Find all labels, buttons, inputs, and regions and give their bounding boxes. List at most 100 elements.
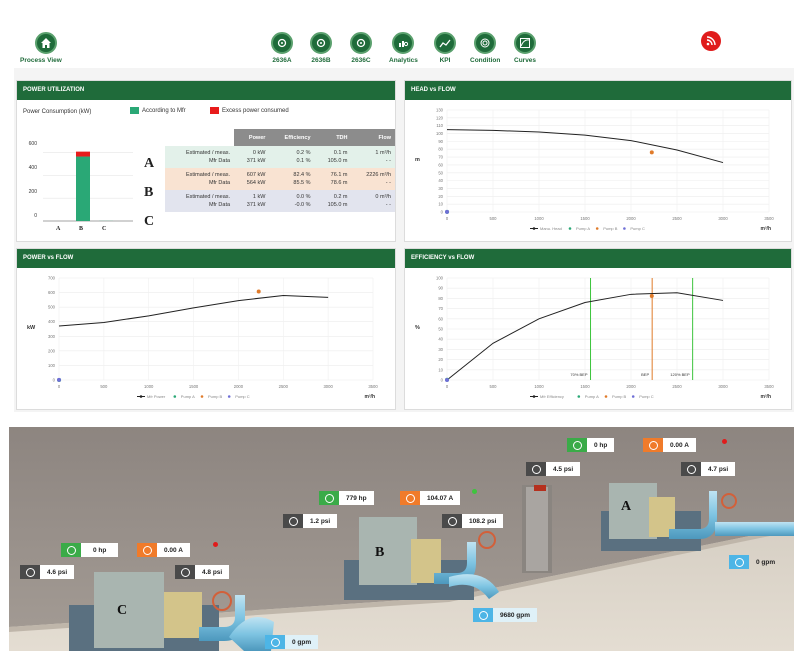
pump-a-current-tag[interactable]: 0.00 A: [643, 438, 696, 452]
y-tick-label: 90: [438, 139, 443, 144]
efficiency-vs-flow-panel: EFFICIENCY vs FLOW 0 10 20 30 40 50 60 70 80 90 10…: [404, 248, 792, 410]
y-tick-label: 500: [48, 305, 56, 310]
pump-a-flow-tag[interactable]: 0 gpm: [729, 555, 782, 569]
current-icon: [400, 491, 420, 505]
legend-marker: [532, 395, 536, 398]
pump-letter-a: A: [144, 156, 155, 171]
table-cell: 0 kW: [234, 146, 270, 157]
power-utilization-table: Power Efficiency TDH Flow Estimated / me…: [165, 129, 395, 212]
pressure-gauge-icon: [442, 514, 462, 528]
pump-c-suction-tag[interactable]: 4.6 psi: [20, 565, 75, 579]
home-icon: [35, 32, 57, 54]
bar-label-b: B: [79, 226, 84, 232]
table-cell: 0.2 %: [269, 146, 315, 157]
y-tick-label: 40: [438, 178, 443, 183]
legend-label: Pump C: [235, 394, 250, 399]
pump-b-flow-tag[interactable]: 9680 gpm: [473, 608, 537, 622]
pump-c-power-value: 0 hp: [81, 543, 119, 557]
table-cell: 0.1 %: [269, 157, 315, 168]
pump-b-power-tag[interactable]: 779 hp: [319, 491, 374, 505]
legend-label: Pump A: [576, 226, 590, 231]
power-vs-flow-panel: POWER vs FLOW 0 100 200 300 400 500 600 700 0 500…: [16, 248, 396, 410]
pump-a-power-tag[interactable]: 0 hp: [567, 438, 615, 452]
pump-c-current-tag[interactable]: 0.00 A: [137, 543, 190, 557]
alarm-signal-icon[interactable]: [701, 31, 721, 51]
table-row: Estimated / meas. 607 kW 82.4 % 76.1 m 2…: [165, 168, 395, 179]
y-tick-label: 80: [438, 147, 443, 152]
y-tick-label: 70: [438, 306, 443, 311]
table-row: Mfr Data 564 kW 85.5 % 78.6 m - -: [165, 179, 395, 190]
pump-c-current-value: 0.00 A: [157, 543, 190, 557]
legend-marker: [200, 395, 204, 398]
y-tick-label: 100: [436, 276, 444, 281]
pump-c-suction-value: 4.6 psi: [40, 565, 75, 579]
data-point-pump-b: [649, 293, 654, 298]
data-point-pump-c: [57, 377, 61, 382]
x-tick-label: 0: [58, 384, 61, 389]
pump-b-current-tag[interactable]: 104.07 A: [400, 491, 461, 505]
nav-analytics[interactable]: Analytics: [389, 32, 418, 64]
bep-label: BEP: [641, 372, 649, 377]
x-axis-label: m³/h: [760, 394, 771, 400]
y-tick-label: 600: [28, 141, 37, 147]
pressure-gauge-icon: [681, 462, 701, 476]
legend-marker: [568, 227, 572, 230]
power-icon: [319, 491, 339, 505]
y-tick-label: 80: [438, 296, 443, 301]
bar-mfr-b: [76, 156, 90, 221]
table-cell: 85.5 %: [269, 179, 315, 190]
table-header-row: Power Efficiency TDH Flow: [165, 129, 395, 146]
pump-icon: [271, 32, 293, 54]
nav-condition[interactable]: Condition: [470, 32, 500, 64]
power-icon: [567, 438, 587, 452]
pump-c-flow-tag[interactable]: 0 gpm: [265, 635, 319, 649]
pump-c-power-tag[interactable]: 0 hp: [61, 543, 119, 557]
pump-b-discharge-tag[interactable]: 108.2 psi: [442, 514, 504, 528]
table-header-blank: [165, 129, 234, 146]
row-label: Mfr Data: [165, 201, 235, 212]
nav-label: 2636C: [351, 57, 371, 64]
x-tick-label: 2500: [279, 384, 289, 389]
table-cell: - -: [351, 157, 395, 168]
y-tick-label: 200: [28, 189, 37, 195]
column-header: Flow: [351, 129, 395, 146]
y-tick-label: 600: [48, 290, 56, 295]
nav-2636b[interactable]: 2636B: [310, 32, 332, 64]
pump-icon: [310, 32, 332, 54]
nav-process-view-label: Process View: [20, 57, 62, 64]
nav-kpi[interactable]: KPI: [434, 32, 456, 64]
y-tick-label: 10: [438, 367, 443, 372]
pump-b-suction-value: 1.2 psi: [303, 514, 338, 528]
y-tick-label: 40: [438, 337, 443, 342]
bep-label: 70% BEP: [570, 372, 587, 377]
nav-label: Curves: [514, 57, 537, 64]
table-cell: 1 m³/h: [351, 146, 395, 157]
nav-2636a[interactable]: 2636A: [271, 32, 293, 64]
pump-a-suction-tag[interactable]: 4.5 psi: [526, 462, 581, 476]
y-tick-label: 0: [53, 378, 56, 383]
pump-a-flow-value: 0 gpm: [756, 558, 776, 566]
pump-b-suction-tag[interactable]: 1.2 psi: [283, 514, 338, 528]
x-tick-label: 1000: [144, 384, 154, 389]
table-cell: 78.6 m: [314, 179, 352, 190]
pump-label-b: B: [375, 545, 385, 560]
dashboard: Process View 2636A 2636B 2636C Analytics…: [14, 12, 794, 412]
pressure-gauge-icon: [20, 565, 40, 579]
row-label: Mfr Data: [165, 157, 235, 168]
nav-curves[interactable]: Curves: [514, 32, 536, 64]
pump-a-discharge-tag[interactable]: 4.7 psi: [681, 462, 736, 476]
table-cell: - -: [351, 179, 395, 190]
pump-c-discharge-tag[interactable]: 4.8 psi: [175, 565, 230, 579]
condition-target-icon: [474, 32, 497, 54]
nav-process-view[interactable]: Process View: [20, 32, 62, 64]
legend-label-excess: Excess power consumed: [222, 108, 289, 114]
pump-a-suction-value: 4.5 psi: [546, 462, 581, 476]
pressure-gauge-icon: [175, 565, 195, 579]
data-point-pump-c: [445, 378, 449, 382]
table-cell: 76.1 m: [314, 168, 352, 179]
pump-a-status-dot: [722, 439, 727, 444]
nav-2636c[interactable]: 2636C: [350, 32, 372, 64]
table-cell: 0.1 m: [314, 146, 352, 157]
table-cell: - -: [351, 201, 395, 212]
y-tick-label: 100: [436, 131, 444, 136]
